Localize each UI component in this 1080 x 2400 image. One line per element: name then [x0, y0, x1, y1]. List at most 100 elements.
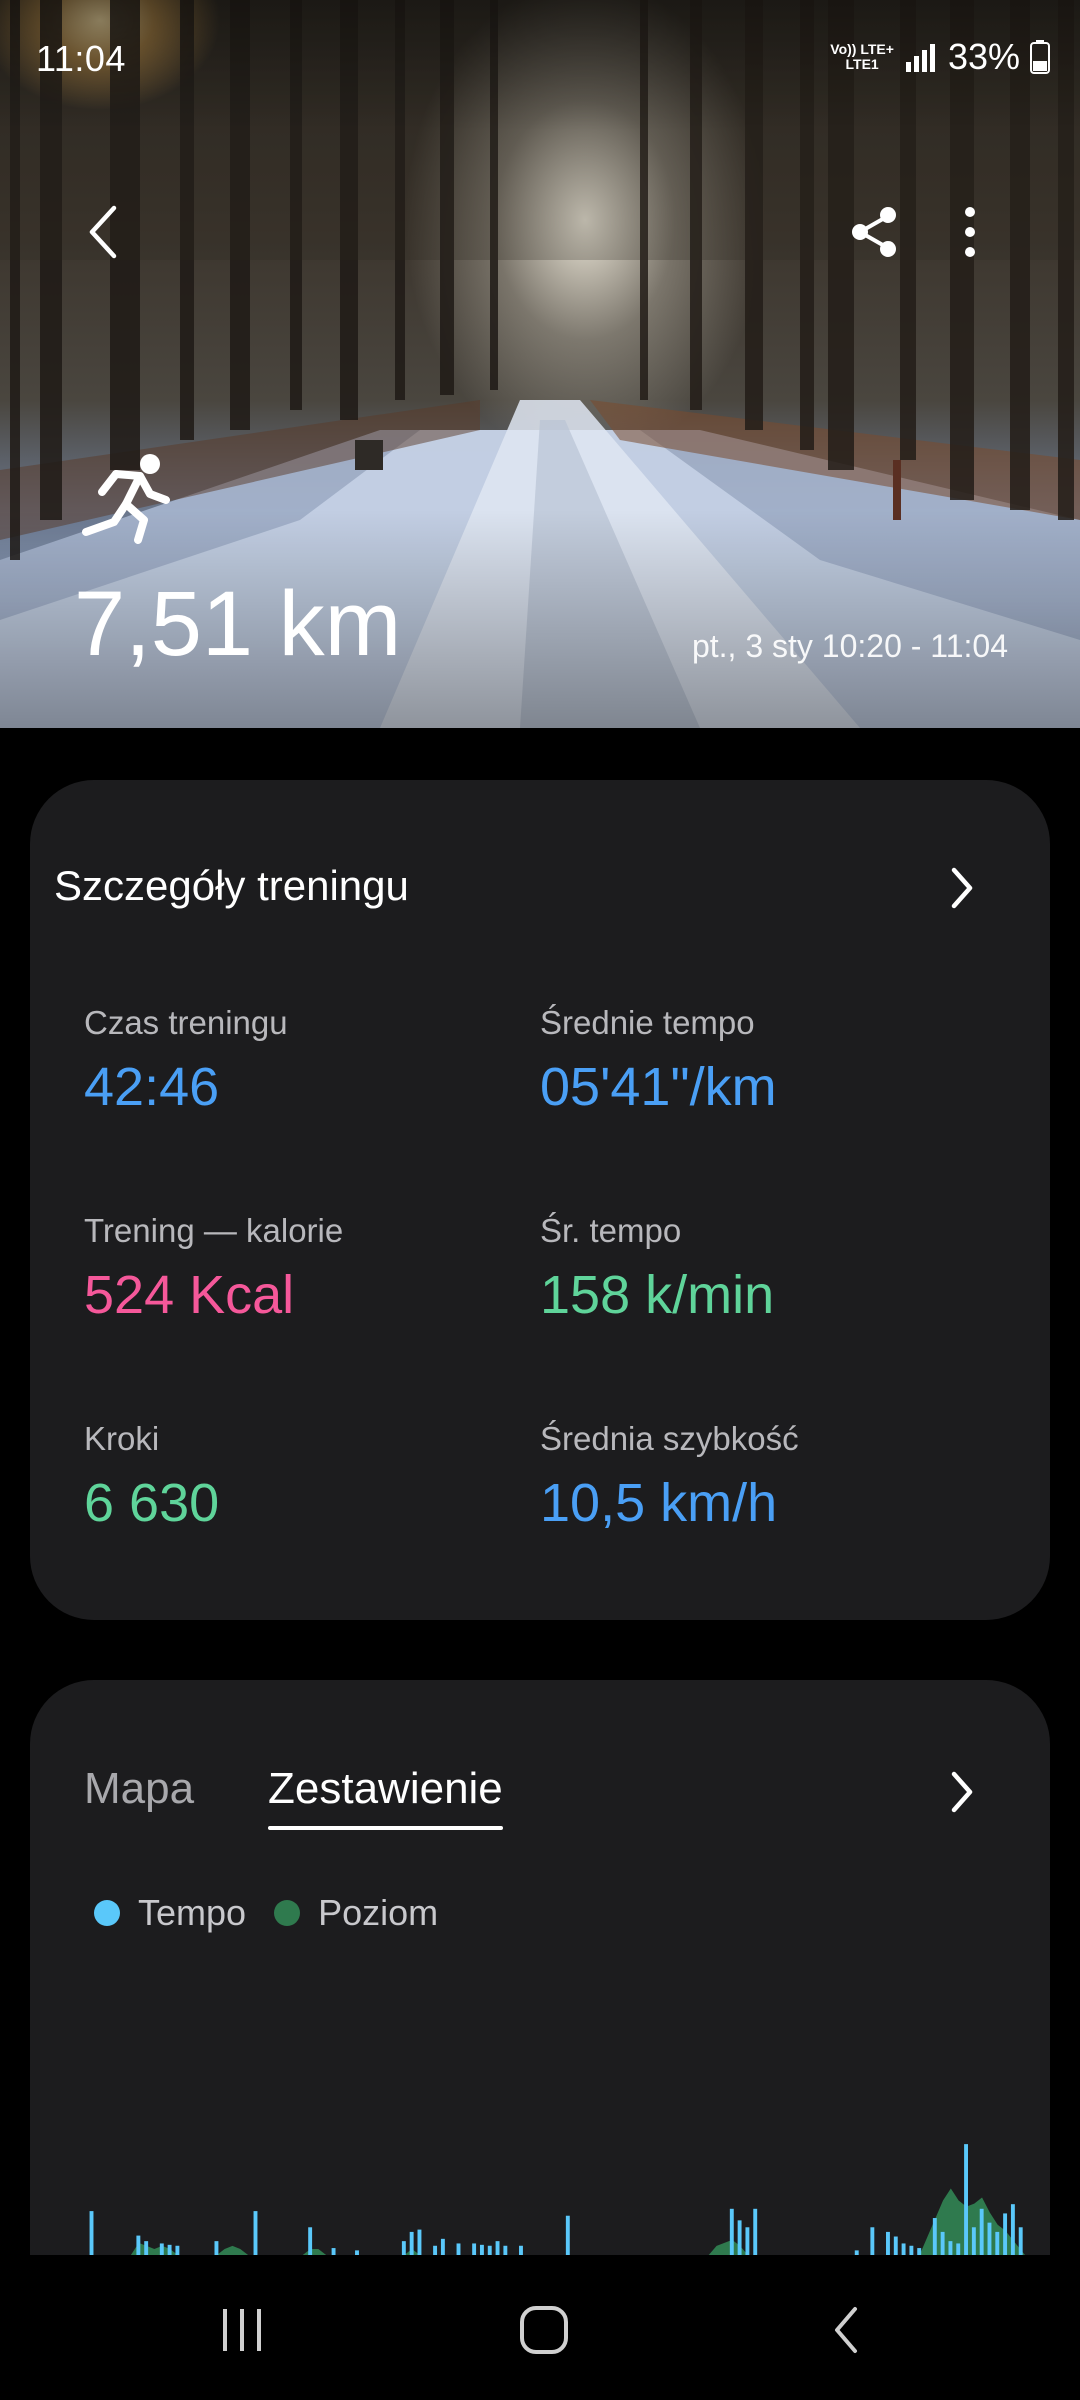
workout-distance: 7,51 km: [74, 573, 402, 675]
metric-value: 10,5 km/h: [540, 1473, 778, 1533]
chart-bar-tempo: [987, 2222, 992, 2255]
chart-bar-tempo: [870, 2227, 875, 2255]
more-options-button[interactable]: [930, 192, 1010, 272]
more-vertical-icon: [965, 207, 975, 257]
recents-button[interactable]: [192, 2285, 292, 2375]
metric-label: Średnia szybkość: [540, 1420, 799, 1457]
chart-bar-tempo: [979, 2208, 984, 2255]
chart-bar-tempo: [956, 2243, 961, 2255]
chart-bar-tempo: [964, 2144, 968, 2255]
network-type-top: Vo)) LTE+: [830, 41, 894, 57]
recents-icon: [223, 2309, 261, 2351]
metric-label: Kroki: [84, 1420, 160, 1457]
chart-bar-tempo: [308, 2227, 313, 2255]
signal-icon: [905, 44, 935, 72]
chart-bar-tempo: [433, 2245, 438, 2255]
metric-avg-pace: Średnie tempo 05'41"/km: [540, 1004, 980, 1118]
chart-bar-tempo: [89, 2211, 94, 2255]
chart-bar-tempo: [409, 2231, 414, 2255]
chart-bar-tempo: [503, 2245, 508, 2255]
tab-summary[interactable]: Zestawienie: [268, 1764, 503, 1830]
chart-bar-tempo: [917, 2248, 922, 2255]
running-person-icon: [82, 454, 170, 544]
metric-calories: Trening — kalorie 524 Kcal: [84, 1212, 524, 1326]
summary-expand-button[interactable]: [932, 1762, 992, 1822]
chart-bar-tempo: [253, 2211, 258, 2255]
chart-bar-tempo: [479, 2244, 484, 2255]
metric-label: Trening — kalorie: [84, 1212, 344, 1249]
network-type-bottom: LTE1: [845, 56, 879, 72]
chart-bar-tempo: [214, 2241, 219, 2255]
details-card-title: Szczegóły treningu: [54, 862, 409, 909]
legend-item-tempo: Tempo: [94, 1892, 246, 1934]
chart-bar-tempo: [932, 2218, 937, 2255]
chart-bar-tempo: [737, 2220, 742, 2255]
chart-bar-tempo: [948, 2241, 953, 2255]
chart-bar-tempo: [729, 2208, 734, 2255]
back-icon: [835, 2307, 857, 2353]
metric-value: 6 630: [84, 1473, 220, 1533]
metric-value: 524 Kcal: [84, 1265, 295, 1325]
metric-value: 42:46: [84, 1057, 220, 1117]
metric-label: Śr. tempo: [540, 1212, 682, 1249]
chart-bar-tempo: [487, 2245, 492, 2255]
chevron-left-icon: [89, 205, 117, 259]
tab-summary-label: Zestawienie: [268, 1764, 503, 1813]
tab-map[interactable]: Mapa: [84, 1764, 194, 1814]
chart-bar-tempo: [1003, 2213, 1008, 2255]
chevron-right-icon: [951, 1771, 973, 1813]
chart-series-level-area: [88, 2188, 1025, 2255]
chart-bar-tempo: [331, 2248, 336, 2255]
chart-bar-tempo: [1018, 2227, 1023, 2255]
app-root: 11:04 Vo)) LTE+ LTE1 33% 7,51 km pt., 3 …: [0, 0, 1080, 2400]
status-bar: 11:04 Vo)) LTE+ LTE1 33%: [0, 0, 1080, 120]
nav-back-button[interactable]: [796, 2285, 896, 2375]
chart-legend: Tempo Poziom: [94, 1892, 466, 1934]
chart-bar-tempo: [753, 2208, 758, 2255]
metric-value: 05'41"/km: [540, 1057, 777, 1117]
chart-bar-tempo: [401, 2241, 406, 2255]
chart-bar-tempo: [144, 2241, 149, 2255]
chart-bar-tempo: [417, 2229, 422, 2255]
chart-bar-tempo: [886, 2231, 890, 2255]
chart-bar-tempo: [995, 2231, 1000, 2255]
chevron-right-icon: [951, 867, 973, 909]
home-button[interactable]: [494, 2285, 594, 2375]
share-icon: [852, 207, 896, 257]
chart-bar-tempo: [745, 2227, 750, 2255]
network-type: Vo)) LTE+ LTE1: [830, 42, 894, 72]
chart-bar-tempo: [940, 2231, 945, 2255]
metric-label: Czas treningu: [84, 1004, 288, 1041]
chart-bar-tempo: [901, 2243, 906, 2255]
chart-bar-tempo: [472, 2243, 477, 2255]
tempo-level-chart: [88, 2144, 1025, 2255]
legend-label: Tempo: [138, 1892, 247, 1933]
share-button[interactable]: [834, 192, 914, 272]
status-time: 11:04: [36, 38, 126, 79]
metric-cadence: Śr. tempo 158 k/min: [540, 1212, 980, 1326]
metric-steps: Kroki 6 630: [84, 1420, 524, 1534]
system-navigation-bar: [0, 2255, 1080, 2400]
chart-bar-tempo: [893, 2236, 898, 2255]
status-indicators: Vo)) LTE+ LTE1 33%: [830, 36, 1050, 78]
chart-bar-tempo: [519, 2245, 523, 2255]
workout-date-range: pt., 3 sty 10:20 - 11:04: [691, 628, 1008, 664]
chart-bar-tempo: [495, 2241, 500, 2255]
chart-bar-tempo: [175, 2245, 180, 2255]
chart-bar-tempo: [909, 2245, 914, 2255]
details-expand-button[interactable]: [932, 858, 992, 918]
back-button[interactable]: [64, 192, 144, 272]
legend-label: Poziom: [318, 1892, 439, 1933]
battery-percent: 33%: [947, 36, 1020, 77]
metric-label: Średnie tempo: [540, 1004, 755, 1041]
chart-bar-tempo: [167, 2244, 172, 2255]
chart-bar-tempo: [971, 2227, 976, 2255]
legend-dot-level: [274, 1900, 301, 1926]
chart-bar-tempo: [1010, 2204, 1015, 2255]
chart-bar-tempo: [565, 2215, 570, 2255]
legend-dot-tempo: [94, 1900, 120, 1926]
legend-item-level: Poziom: [274, 1892, 438, 1934]
chart-bar-tempo: [136, 2235, 141, 2255]
chart-bar-tempo: [159, 2243, 164, 2255]
metric-avg-speed: Średnia szybkość 10,5 km/h: [540, 1420, 980, 1534]
